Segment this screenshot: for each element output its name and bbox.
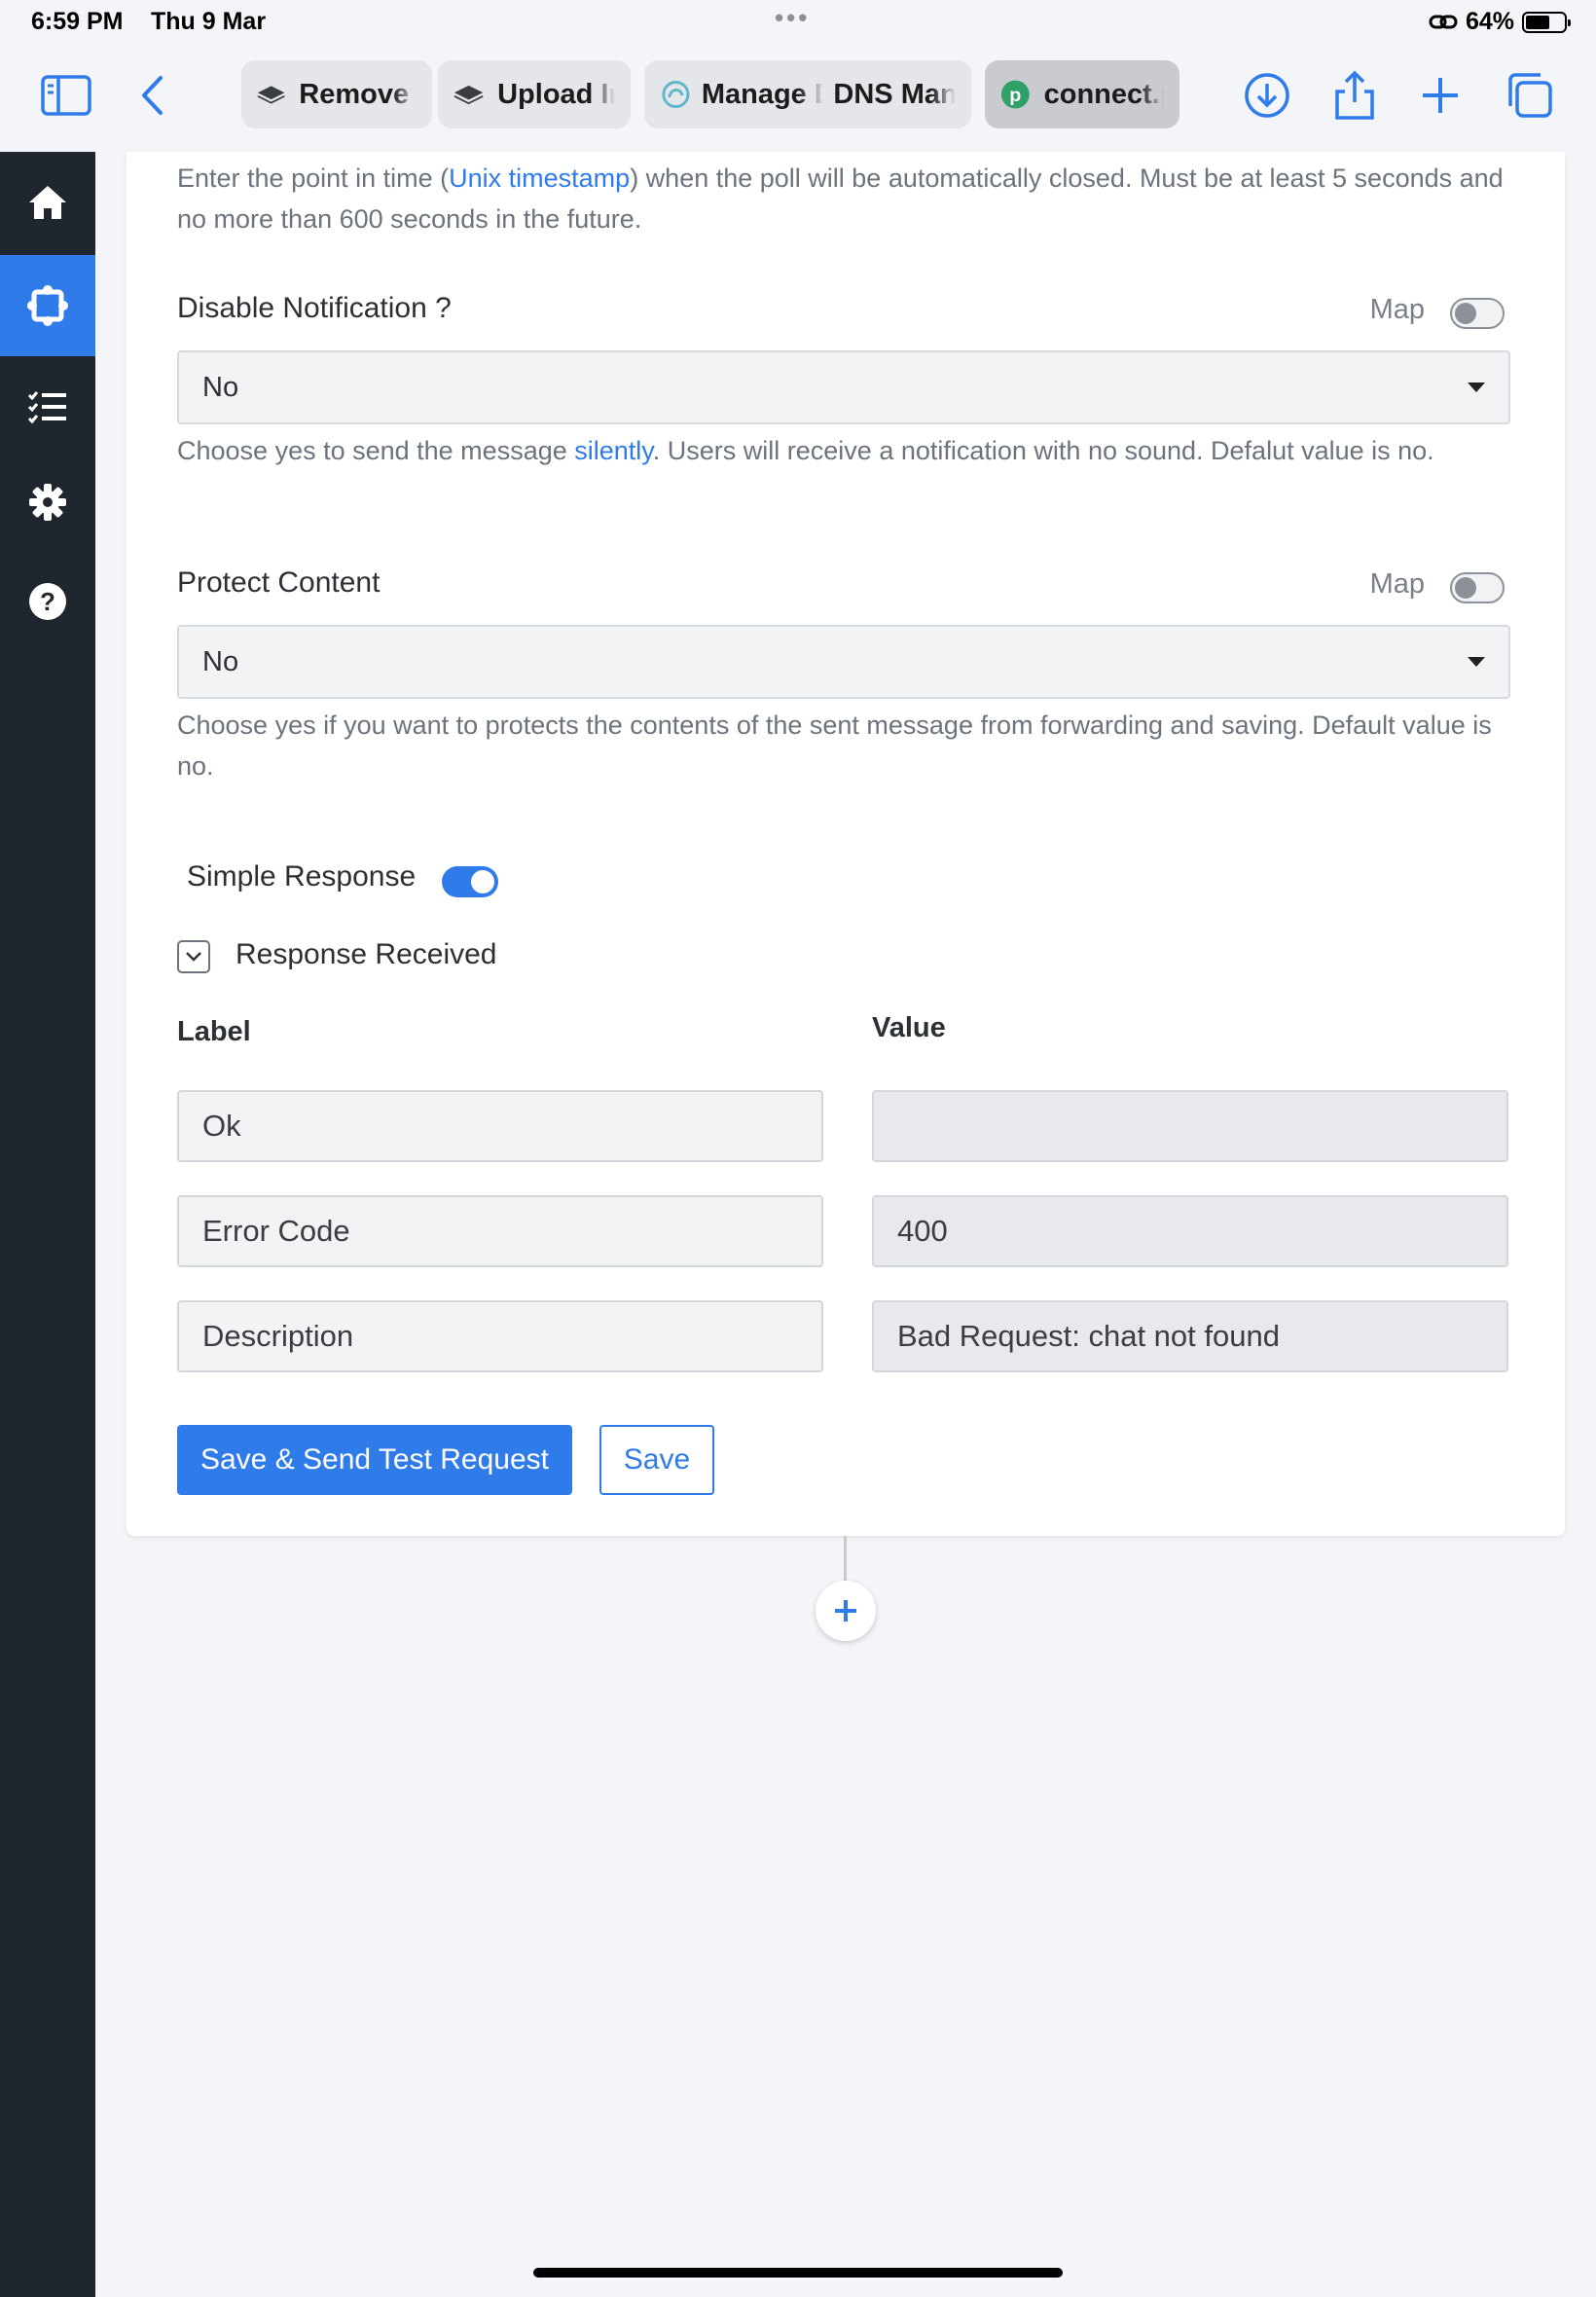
tab-connect[interactable]: p connect.p <box>985 60 1179 128</box>
simple-response-label: Simple Response <box>187 860 417 893</box>
help-text: . Users will receive a notification with… <box>652 436 1434 465</box>
tab-upload[interactable]: Upload In <box>438 60 631 128</box>
map-label: Map <box>1369 568 1425 600</box>
link-icon <box>1429 15 1458 28</box>
sidebar-item-integrations[interactable] <box>0 255 95 356</box>
tab-label: connect.p <box>1043 78 1164 110</box>
tab-label: Manage D <box>701 78 824 110</box>
plus-icon <box>835 1600 856 1622</box>
cloud-swirl-icon <box>662 80 690 109</box>
response-received-label: Response Received <box>236 938 497 970</box>
response-value-ok[interactable] <box>872 1090 1508 1162</box>
response-value-error-code[interactable]: 400 <box>872 1195 1508 1267</box>
status-time: 6:59 PM <box>31 8 124 35</box>
workflow-connector <box>844 1536 847 1585</box>
back-icon[interactable] <box>125 68 179 123</box>
save-button[interactable]: Save <box>599 1425 714 1495</box>
response-label-error-code[interactable]: Error Code <box>177 1195 823 1267</box>
integration-icon <box>27 285 68 326</box>
battery-fill <box>1526 15 1550 29</box>
simple-response-toggle[interactable] <box>442 866 498 897</box>
label-column-header: Label <box>177 1016 251 1047</box>
close-date-help: Enter the point in time (Unix timestamp)… <box>177 158 1520 239</box>
protect-content-map-toggle[interactable] <box>1450 572 1505 603</box>
response-received-collapse[interactable] <box>177 940 210 973</box>
value-column-header: Value <box>872 1012 946 1043</box>
protect-content-select[interactable]: No <box>177 625 1510 699</box>
multitasking-dots-icon[interactable]: ••• <box>775 3 810 33</box>
tabs-overview-icon[interactable] <box>1503 68 1557 123</box>
sidebar-toggle-icon[interactable] <box>39 68 93 123</box>
toggle-knob <box>1455 577 1476 599</box>
tab-label: Upload In <box>497 78 615 110</box>
tab-label: Remove E <box>299 78 417 110</box>
save-and-send-test-button[interactable]: Save & Send Test Request <box>177 1425 572 1495</box>
browser-toolbar: Remove E Upload In Manage D DNS Man p co… <box>0 47 1596 152</box>
sidebar-item-help[interactable]: ? <box>0 551 95 652</box>
layers-icon <box>453 85 484 105</box>
caret-down-icon <box>1468 657 1485 667</box>
toggle-knob <box>471 870 494 893</box>
status-bar: 6:59 PM Thu 9 Mar ••• 64% <box>0 0 1596 47</box>
sidebar-item-tasks[interactable] <box>0 356 95 457</box>
chevron-down-icon <box>186 952 201 962</box>
response-label-description[interactable]: Description <box>177 1300 823 1372</box>
silently-link[interactable]: silently <box>574 436 653 465</box>
disable-notification-help: Choose yes to send the message silently.… <box>177 430 1520 471</box>
app-sidebar: ? <box>0 152 95 2297</box>
sidebar-item-home[interactable] <box>0 152 95 253</box>
response-label-ok[interactable]: Ok <box>177 1090 823 1162</box>
toggle-knob <box>1455 303 1476 324</box>
help-circle-icon: ? <box>29 583 66 620</box>
action-form-card: Enter the point in time (Unix timestamp)… <box>127 152 1565 1536</box>
disable-notification-map-toggle[interactable] <box>1450 298 1505 329</box>
protect-content-help: Choose yes if you want to protects the c… <box>177 711 1492 781</box>
new-tab-plus-icon[interactable] <box>1413 68 1468 123</box>
share-icon[interactable] <box>1327 68 1382 123</box>
gear-icon <box>29 484 66 521</box>
pabbly-p-icon: p <box>1000 80 1030 109</box>
select-value: No <box>202 371 239 403</box>
unix-timestamp-link[interactable]: Unix timestamp <box>449 164 630 193</box>
layers-icon <box>257 86 285 104</box>
download-icon[interactable] <box>1240 68 1294 123</box>
battery-icon <box>1522 11 1571 33</box>
tab-remove[interactable]: Remove E <box>241 60 432 128</box>
status-date: Thu 9 Mar <box>151 8 267 35</box>
help-text: Choose yes to send the message <box>177 436 575 465</box>
protect-content-label: Protect Content <box>177 566 381 599</box>
tab-manage-dns[interactable]: Manage D DNS Man <box>644 60 971 128</box>
add-step-button[interactable] <box>816 1581 876 1641</box>
disable-notification-label: Disable Notification ? <box>177 292 452 324</box>
caret-down-icon <box>1468 383 1485 392</box>
home-icon <box>29 186 66 219</box>
map-label: Map <box>1369 294 1425 325</box>
response-value-description[interactable]: Bad Request: chat not found <box>872 1300 1508 1372</box>
home-indicator[interactable] <box>533 2268 1063 2278</box>
svg-text:p: p <box>1009 85 1021 106</box>
tab-label: DNS Man <box>833 78 956 110</box>
help-text: Enter the point in time ( <box>177 164 450 193</box>
sidebar-item-settings[interactable] <box>0 452 95 553</box>
task-list-icon <box>27 391 66 424</box>
select-value: No <box>202 645 239 677</box>
svg-text:?: ? <box>40 587 55 616</box>
battery-percent: 64% <box>1465 8 1514 35</box>
disable-notification-select[interactable]: No <box>177 350 1510 424</box>
